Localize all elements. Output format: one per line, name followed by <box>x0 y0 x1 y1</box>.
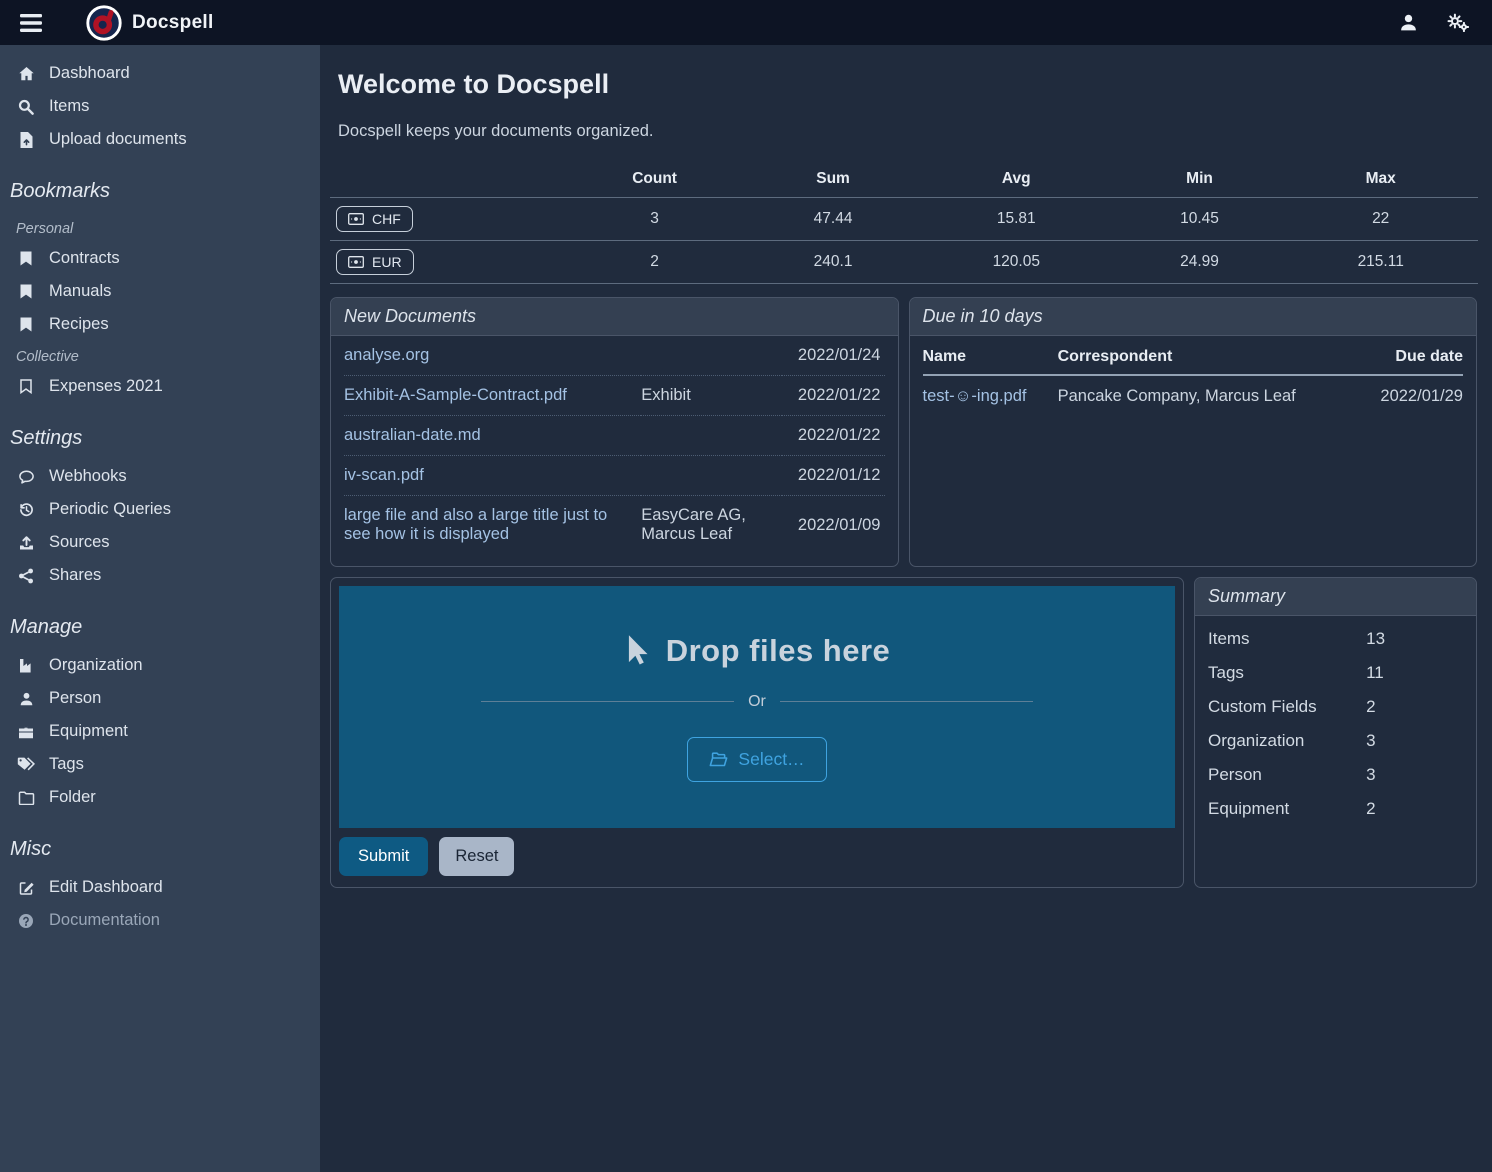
sidebar-item-expenses-2021[interactable]: Expenses 2021 <box>0 370 320 403</box>
list-item: iv-scan.pdf 2022/01/12 <box>344 456 885 496</box>
list-item: analyse.org 2022/01/24 <box>344 336 885 376</box>
table-row: CHF 3 47.44 15.81 10.45 22 <box>330 198 1478 241</box>
sidebar-section-bookmarks: Bookmarks <box>0 156 320 213</box>
due-panel-title: Due in 10 days <box>910 298 1477 336</box>
sidebar-item-dashboard[interactable]: Dasbhoard <box>0 57 320 90</box>
sidebar-section-settings: Settings <box>0 403 320 460</box>
sidebar-item-shares[interactable]: Shares <box>0 559 320 592</box>
folder-icon <box>16 791 36 805</box>
submit-button[interactable]: Submit <box>339 837 428 876</box>
bookmarks-group-collective: Collective <box>0 341 320 370</box>
document-link[interactable]: analyse.org <box>344 336 641 376</box>
bookmark-icon <box>16 317 36 332</box>
folder-open-icon <box>709 751 728 767</box>
stats-header-avg: Avg <box>917 161 1116 198</box>
top-navbar: Docspell <box>0 0 1492 45</box>
tags-icon <box>16 757 36 772</box>
sidebar-item-tags[interactable]: Tags <box>0 748 320 781</box>
money-bill-icon <box>348 256 364 268</box>
upload-icon <box>16 535 36 551</box>
history-icon <box>16 502 36 518</box>
user-icon[interactable] <box>1388 6 1428 40</box>
document-link[interactable]: Exhibit-A-Sample-Contract.pdf <box>344 376 641 416</box>
file-dropzone[interactable]: Drop files here Or Select… <box>339 586 1175 828</box>
mouse-pointer-icon <box>624 634 650 668</box>
sidebar-item-items[interactable]: Items <box>0 90 320 123</box>
document-link[interactable]: test-☺-ing.pdf <box>923 375 1058 417</box>
list-item: Exhibit-A-Sample-Contract.pdf Exhibit 20… <box>344 376 885 416</box>
app-title: Docspell <box>132 12 214 34</box>
sidebar-item-upload-documents[interactable]: Upload documents <box>0 123 320 156</box>
briefcase-icon <box>16 724 36 739</box>
gears-icon[interactable] <box>1438 6 1478 40</box>
list-item: Equipment2 <box>1208 792 1463 826</box>
stats-header-count: Count <box>560 161 749 198</box>
summary-title: Summary <box>1195 578 1476 616</box>
money-bill-icon <box>348 213 364 225</box>
upload-panel: Drop files here Or Select… Submit Reset <box>330 577 1184 888</box>
document-link[interactable]: australian-date.md <box>344 416 641 456</box>
sidebar-item-recipes[interactable]: Recipes <box>0 308 320 341</box>
sidebar-item-equipment[interactable]: Equipment <box>0 715 320 748</box>
list-item: australian-date.md 2022/01/22 <box>344 416 885 456</box>
new-documents-title: New Documents <box>331 298 898 336</box>
currency-badge-chf: CHF <box>336 206 413 232</box>
sidebar-item-edit-dashboard[interactable]: Edit Dashboard <box>0 871 320 904</box>
currency-stats-table: Count Sum Avg Min Max CHF 3 47.44 15.81 … <box>330 161 1478 284</box>
sidebar-item-webhooks[interactable]: Webhooks <box>0 460 320 493</box>
home-icon <box>16 66 36 82</box>
page-title: Welcome to Docspell <box>338 69 1477 100</box>
due-panel: Due in 10 days Name Correspondent Due da… <box>909 297 1478 567</box>
person-icon <box>16 691 36 707</box>
file-upload-icon <box>16 132 36 148</box>
docspell-logo-icon[interactable] <box>86 5 122 41</box>
sidebar-item-manuals[interactable]: Manuals <box>0 275 320 308</box>
help-icon <box>16 913 36 929</box>
search-icon <box>16 99 36 115</box>
share-icon <box>16 568 36 584</box>
comment-icon <box>16 469 36 485</box>
list-item: test-☺-ing.pdf Pancake Company, Marcus L… <box>923 375 1464 417</box>
list-item: Tags11 <box>1208 656 1463 690</box>
sidebar-item-contracts[interactable]: Contracts <box>0 242 320 275</box>
bookmarks-group-personal: Personal <box>0 213 320 242</box>
industry-icon <box>16 658 36 673</box>
sidebar-item-person[interactable]: Person <box>0 682 320 715</box>
menu-icon[interactable] <box>14 6 48 40</box>
bookmark-icon <box>16 284 36 299</box>
sidebar-item-organization[interactable]: Organization <box>0 649 320 682</box>
bookmark-icon <box>16 251 36 266</box>
document-link[interactable]: large file and also a large title just t… <box>344 496 641 555</box>
list-item: Custom Fields2 <box>1208 690 1463 724</box>
main-content: Welcome to Docspell Docspell keeps your … <box>320 45 1492 1172</box>
reset-button[interactable]: Reset <box>439 837 514 876</box>
drop-title: Drop files here <box>624 633 891 669</box>
new-documents-panel: New Documents analyse.org 2022/01/24 Exh… <box>330 297 899 567</box>
sidebar-section-misc: Misc <box>0 814 320 871</box>
or-divider: Or <box>481 693 1033 711</box>
list-item: large file and also a large title just t… <box>344 496 885 555</box>
sidebar-item-folder[interactable]: Folder <box>0 781 320 814</box>
sidebar-item-documentation[interactable]: Documentation <box>0 904 320 937</box>
sidebar-section-manage: Manage <box>0 592 320 649</box>
bookmark-outline-icon <box>16 379 36 394</box>
summary-panel: Summary Items13 Tags11 Custom Fields2 Or… <box>1194 577 1477 888</box>
stats-header-sum: Sum <box>749 161 917 198</box>
stats-header-min: Min <box>1116 161 1284 198</box>
list-item: Items13 <box>1208 622 1463 656</box>
sidebar: Dasbhoard Items Upload documents Bookmar… <box>0 45 320 1172</box>
list-item: Organization3 <box>1208 724 1463 758</box>
list-item: Person3 <box>1208 758 1463 792</box>
select-files-button[interactable]: Select… <box>687 737 826 782</box>
sidebar-item-periodic-queries[interactable]: Periodic Queries <box>0 493 320 526</box>
table-row: EUR 2 240.1 120.05 24.99 215.11 <box>330 241 1478 284</box>
sidebar-item-sources[interactable]: Sources <box>0 526 320 559</box>
edit-icon <box>16 880 36 896</box>
currency-badge-eur: EUR <box>336 249 414 275</box>
document-link[interactable]: iv-scan.pdf <box>344 456 641 496</box>
stats-header-max: Max <box>1283 161 1478 198</box>
page-subtitle: Docspell keeps your documents organized. <box>338 122 1477 141</box>
